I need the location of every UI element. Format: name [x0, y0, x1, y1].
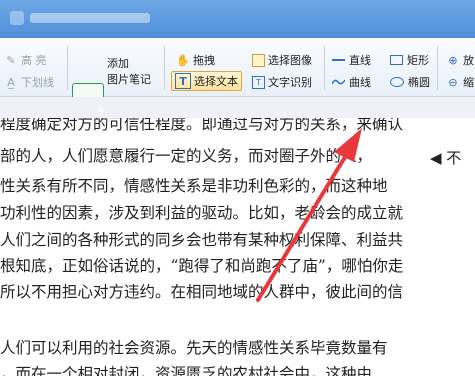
- red-pointer-arrow: [256, 128, 362, 302]
